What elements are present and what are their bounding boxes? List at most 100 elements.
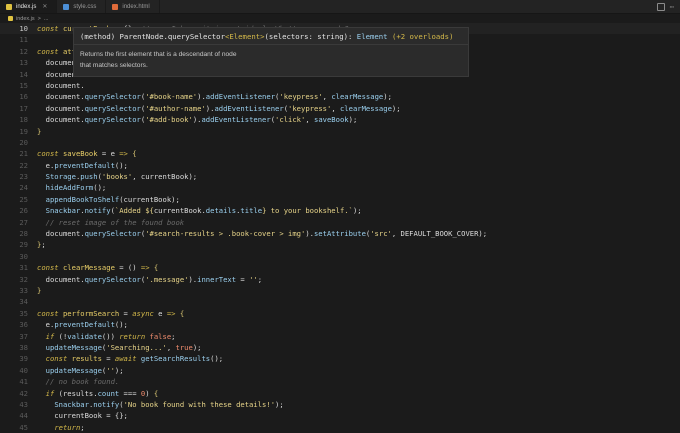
code-token: , — [331, 103, 340, 113]
code-line[interactable]: 29}; — [0, 239, 680, 250]
code-token: const — [37, 46, 63, 56]
code-line[interactable]: 15 document. — [0, 80, 680, 91]
code-editor[interactable]: 10const currentBook = {}; // yes I know … — [0, 23, 680, 433]
code-line[interactable]: 30 — [0, 251, 680, 262]
code-text: const clearMessage = () => { — [37, 262, 158, 273]
code-token: `Added ${ — [114, 206, 154, 216]
line-number: 20 — [19, 137, 28, 147]
code-line[interactable]: 38 updateMessage('Searching...', true); — [0, 342, 680, 353]
code-line[interactable]: 25 appendBookToShelf(currentBook); — [0, 194, 680, 205]
line-number: 16 — [19, 92, 28, 102]
code-token: const — [37, 24, 63, 33]
code-token: , — [305, 115, 314, 125]
code-token: // no book found. — [37, 377, 120, 387]
code-line[interactable]: 31 const clearMessage = () => { — [0, 262, 680, 273]
code-token: setAttribute — [313, 229, 366, 239]
code-token: '#add-book' — [145, 115, 193, 125]
code-line[interactable]: 37 if (!validate()) return false; — [0, 331, 680, 342]
tooltip-sig-params: (selectors: string): — [264, 32, 357, 41]
split-editor-icon[interactable] — [656, 2, 665, 11]
line-number: 28 — [19, 229, 28, 239]
code-text: const saveBook = e => { — [37, 148, 137, 159]
code-token: hideAddForm — [45, 183, 94, 193]
code-token: e — [153, 308, 167, 318]
code-line[interactable]: 39 const results = await getSearchResult… — [0, 353, 680, 364]
code-token: ()) — [101, 331, 120, 341]
more-actions-icon[interactable]: ⋯ — [670, 3, 674, 10]
code-line[interactable]: 24 hideAddForm(); — [0, 182, 680, 193]
code-line[interactable]: 34 — [0, 296, 680, 307]
code-token: ; — [80, 422, 85, 432]
code-line[interactable]: 17 document.querySelector('#author-name'… — [0, 103, 680, 114]
code-token: clearMessage — [339, 103, 392, 113]
code-text: document.querySelector('#book-name').add… — [37, 91, 392, 102]
code-line[interactable]: 32 document.querySelector('.message').in… — [0, 274, 680, 285]
line-number: 33 — [19, 285, 28, 295]
breadcrumb-symbol[interactable]: ... — [44, 16, 49, 22]
code-token: clearMessage — [331, 92, 384, 102]
line-number: 30 — [19, 251, 28, 261]
code-line[interactable]: 43 Snackbar.notify('No book found with t… — [0, 399, 680, 410]
code-line[interactable]: 45 return; — [0, 422, 680, 433]
code-line[interactable]: 16 document.querySelector('#book-name').… — [0, 91, 680, 102]
code-line[interactable]: 44 currentBook = {}; — [0, 410, 680, 421]
code-token: validate — [67, 331, 102, 341]
code-text: document.querySelector('#author-name').a… — [37, 103, 401, 114]
code-line[interactable]: 28 document.querySelector('#search-resul… — [0, 228, 680, 239]
code-line[interactable]: 19} — [0, 126, 680, 137]
code-text: const performSearch = async e => { — [37, 308, 184, 319]
code-text: Snackbar.notify(`Added ${currentBook.det… — [37, 205, 362, 216]
code-token: notify — [84, 206, 111, 216]
code-text: if (!validate()) return false; — [37, 331, 176, 342]
code-token: { — [153, 263, 159, 273]
code-token: 'click' — [275, 115, 306, 125]
line-number: 27 — [19, 217, 28, 227]
code-token: => — [119, 149, 128, 159]
code-token: results — [71, 354, 102, 364]
tab-index-html[interactable]: index.html — [106, 0, 160, 13]
code-token: document. — [37, 115, 85, 125]
code-token: const — [37, 149, 63, 159]
code-lines: 10const currentBook = {}; // yes I know … — [0, 23, 680, 433]
breadcrumb-file[interactable]: index.js — [16, 16, 35, 22]
code-token: 'No book found with these details!' — [123, 399, 276, 409]
code-line[interactable]: 22 e.preventDefault(); — [0, 160, 680, 171]
close-icon[interactable]: ✕ — [42, 3, 47, 10]
code-line[interactable]: 18 document.querySelector('#add-book').a… — [0, 114, 680, 125]
code-line[interactable]: 41 // no book found. — [0, 376, 680, 387]
tooltip-doc-line: that matches selectors. — [80, 62, 148, 69]
tooltip-sig-tparam: <Element> — [224, 32, 265, 41]
hover-tooltip: (method) ParentNode.querySelector<Elemen… — [73, 27, 469, 77]
code-token: 'keypress' — [279, 92, 323, 102]
code-token: querySelector — [84, 92, 141, 102]
code-line[interactable]: 42 if (results.count === 0) { — [0, 388, 680, 399]
code-text: // no book found. — [37, 376, 120, 387]
code-line[interactable]: 33} — [0, 285, 680, 296]
code-text: hideAddForm(); — [37, 182, 107, 193]
code-token: updateMessage — [45, 365, 102, 375]
tab-index-js[interactable]: index.js ✕ — [0, 0, 58, 13]
tab-style-css[interactable]: style.css — [57, 0, 107, 13]
code-line[interactable]: 21 const saveBook = e => { — [0, 148, 680, 159]
code-line[interactable]: 27 // reset image of the found book — [0, 217, 680, 228]
code-text: Storage.push('books', currentBook); — [37, 171, 197, 182]
code-line[interactable]: 20 — [0, 137, 680, 148]
code-token: Snackbar — [54, 399, 89, 409]
code-token: const — [45, 354, 72, 364]
code-token: '' — [106, 365, 115, 375]
code-token: { — [132, 149, 137, 159]
tooltip-doc: Returns the first element that is a desc… — [74, 45, 468, 76]
code-token: addEventListener — [214, 103, 284, 113]
code-token: { — [179, 308, 185, 318]
code-line[interactable]: 26 Snackbar.notify(`Added ${currentBook.… — [0, 205, 680, 216]
code-line[interactable]: 36 e.preventDefault(); — [0, 319, 680, 330]
code-line[interactable]: 23 Storage.push('books', currentBook); — [0, 171, 680, 182]
code-token: appendBookToShelf — [45, 194, 120, 204]
code-line[interactable]: 40 updateMessage(''); — [0, 365, 680, 376]
code-token: preventDefault — [54, 320, 115, 330]
code-line[interactable]: 35 const performSearch = async e => { — [0, 308, 680, 319]
